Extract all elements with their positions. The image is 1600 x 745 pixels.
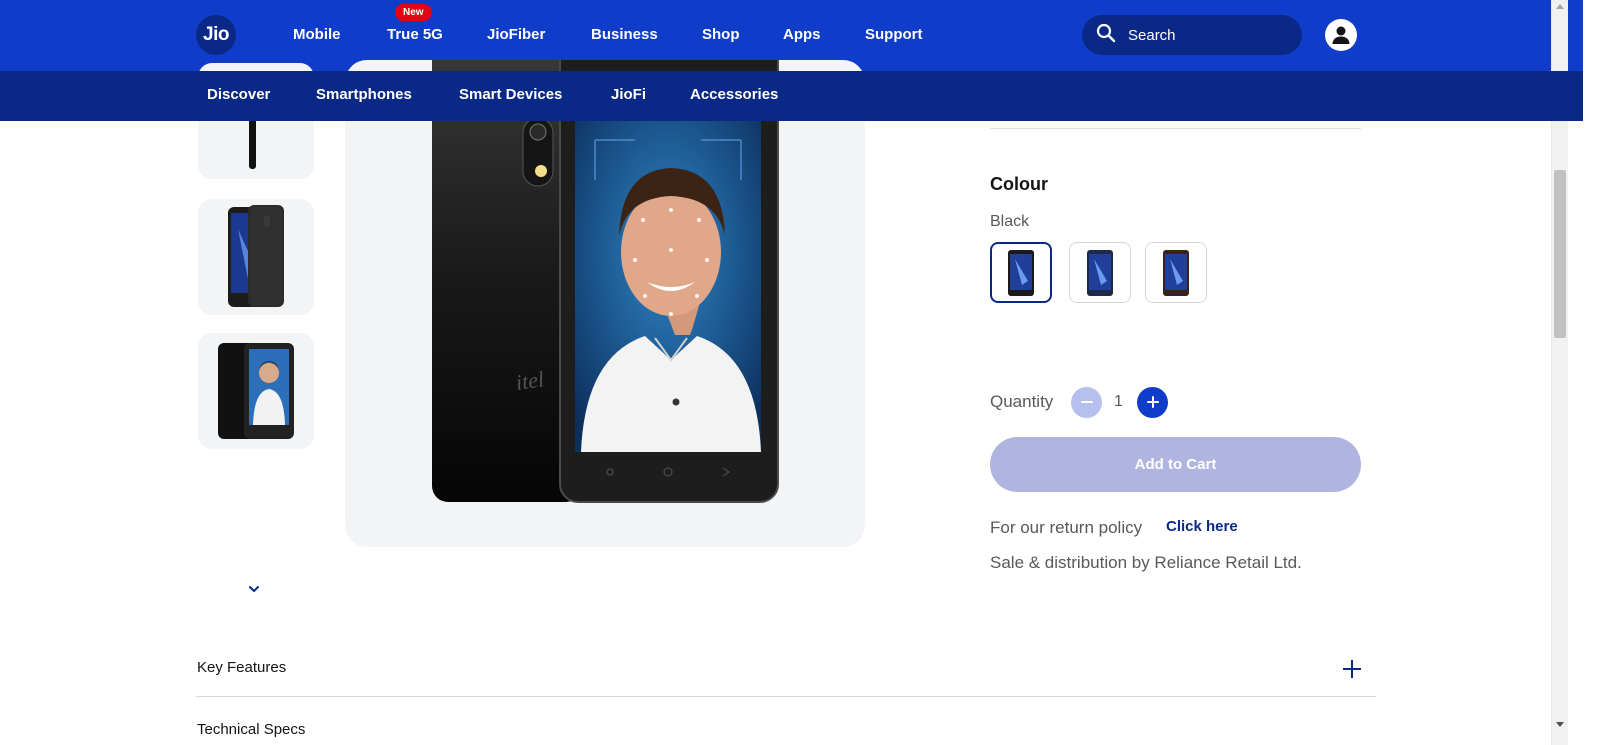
- nav-apps[interactable]: Apps: [783, 26, 821, 43]
- product-main-image: itel: [345, 60, 865, 547]
- jio-logo[interactable]: Jio: [196, 15, 236, 55]
- search-bar[interactable]: [1082, 15, 1302, 55]
- product-page: Jio Mobile True 5G New JioFiber Business…: [0, 0, 1600, 745]
- search-input[interactable]: [1128, 26, 1288, 44]
- nav-mobile[interactable]: Mobile: [293, 26, 341, 43]
- colour-swatch-black[interactable]: [990, 242, 1052, 303]
- scroll-up-icon[interactable]: [1556, 4, 1564, 9]
- thumbnail-phone-front[interactable]: [198, 333, 314, 449]
- add-to-cart-button[interactable]: Add to Cart: [990, 437, 1361, 492]
- sale-distribution-text: Sale & distribution by Reliance Retail L…: [990, 553, 1302, 572]
- return-policy-link[interactable]: Click here: [1166, 518, 1238, 535]
- svg-text:itel: itel: [514, 366, 545, 395]
- nav-support[interactable]: Support: [865, 26, 923, 43]
- accordion-divider: [196, 696, 1376, 697]
- chevron-down-icon[interactable]: [247, 582, 261, 596]
- nav-business[interactable]: Business: [591, 26, 658, 43]
- subnav-smartphones[interactable]: Smartphones: [316, 86, 412, 103]
- new-badge: New: [395, 4, 432, 21]
- nav-jiofiber[interactable]: JioFiber: [487, 26, 545, 43]
- accordion-technical-specs[interactable]: Technical Specs: [197, 721, 305, 738]
- selected-colour-label: Black: [990, 213, 1030, 230]
- colour-swatch-blue[interactable]: [1069, 242, 1131, 303]
- minus-icon: [1080, 393, 1094, 413]
- quantity-label: Quantity: [990, 392, 1054, 411]
- thumbnail-phone-back[interactable]: [198, 199, 314, 315]
- subnav-discover[interactable]: Discover: [207, 86, 270, 103]
- user-account-icon[interactable]: [1325, 19, 1357, 51]
- scroll-down-icon[interactable]: [1556, 722, 1564, 727]
- quantity-increase-button[interactable]: [1137, 387, 1168, 418]
- search-icon: [1096, 23, 1116, 48]
- scrollbar-thumb[interactable]: [1554, 170, 1566, 338]
- nav-true-5g[interactable]: True 5G: [387, 26, 443, 43]
- sub-navigation-bar: Discover Smartphones Smart Devices JioFi…: [0, 71, 1583, 121]
- section-divider: [990, 128, 1361, 129]
- quantity-decrease-button[interactable]: [1071, 387, 1102, 418]
- accordion-key-features[interactable]: Key Features: [197, 659, 286, 676]
- subnav-smart-devices[interactable]: Smart Devices: [459, 86, 562, 103]
- plus-icon[interactable]: [1341, 658, 1363, 680]
- return-policy-text: For our return policy: [990, 518, 1143, 537]
- subnav-jiofi[interactable]: JioFi: [611, 86, 646, 103]
- colour-heading: Colour: [990, 174, 1048, 194]
- colour-swatch-brown[interactable]: [1145, 242, 1207, 303]
- subnav-accessories[interactable]: Accessories: [690, 86, 778, 103]
- plus-icon: [1146, 393, 1160, 413]
- quantity-value: 1: [1114, 393, 1123, 410]
- nav-shop[interactable]: Shop: [702, 26, 740, 43]
